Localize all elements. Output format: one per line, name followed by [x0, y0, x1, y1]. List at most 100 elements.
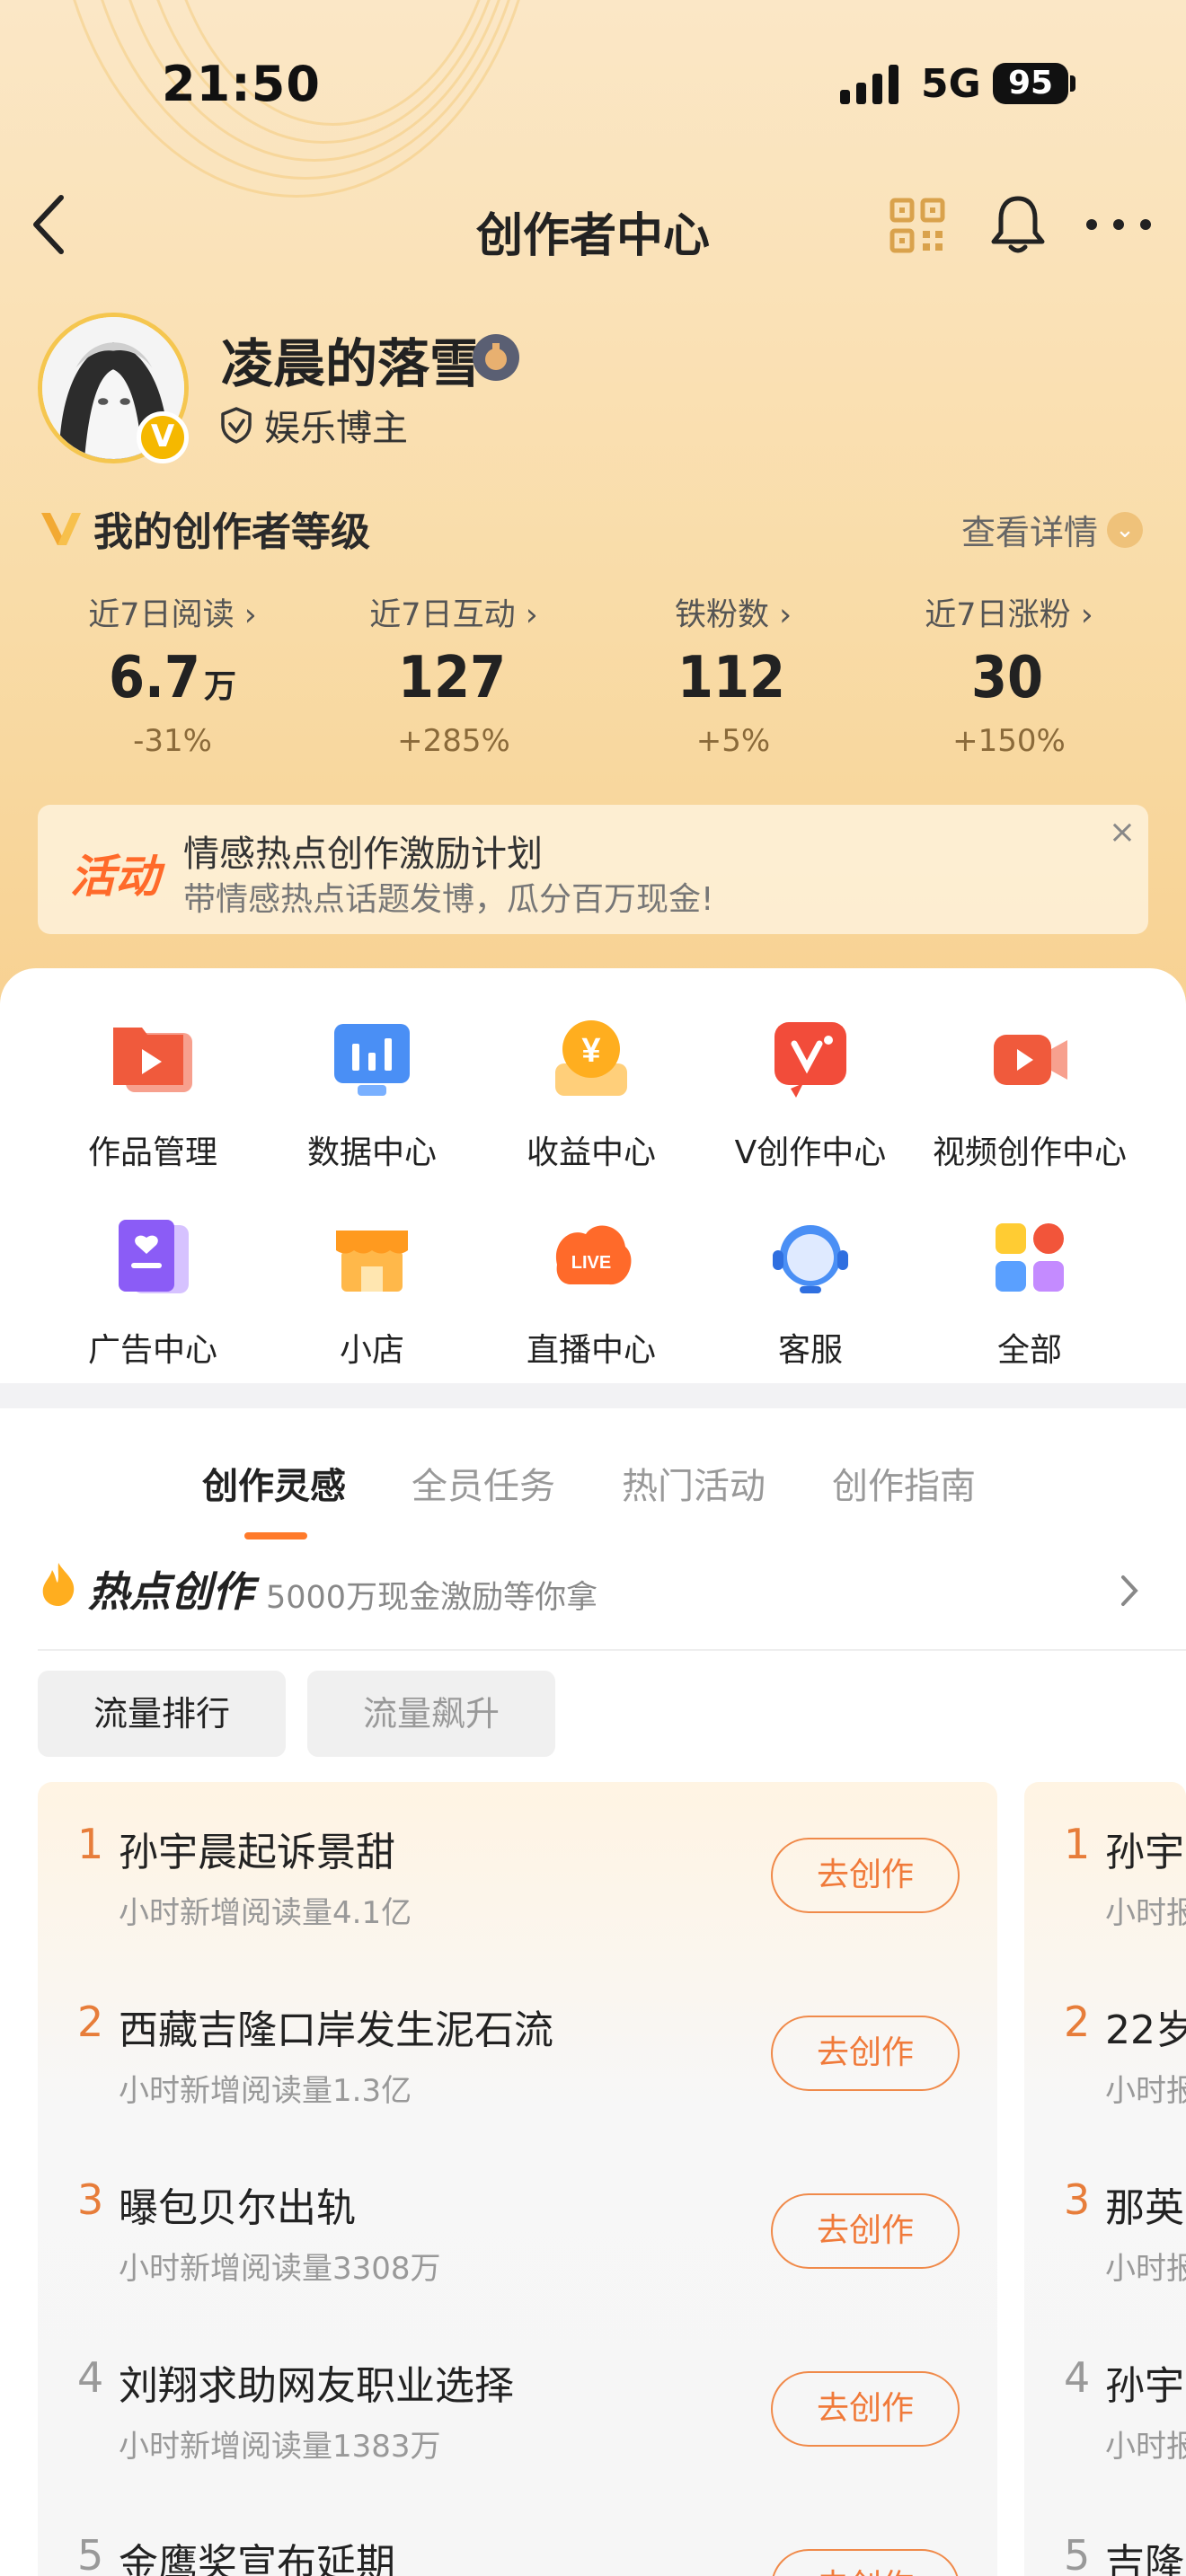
banner-title: 情感热点创作激励计划 [183, 834, 543, 875]
rank-title: 西藏吉隆口岸发生泥石流 [119, 2007, 553, 2053]
level-title: 我的创作者等级 [93, 509, 370, 555]
rank-desc: 小时报 [1105, 1895, 1186, 1931]
stat-reads[interactable]: 近7日阅读 › 6.7 万 -31% [24, 593, 321, 763]
rank-number: 3 [77, 2175, 104, 2224]
v-level-icon [41, 513, 81, 545]
tab-underline [244, 1532, 307, 1539]
rank-desc: 小时新增阅读量1383万 [119, 2429, 441, 2465]
stat-value: 112 [585, 638, 881, 719]
headset-icon [773, 1225, 848, 1293]
filter-traffic-ranking[interactable]: 流量排行 [38, 1671, 286, 1757]
tool-label: 客服 [777, 1332, 843, 1369]
tool-label: 广告中心 [87, 1332, 217, 1369]
stat-new-fans[interactable]: 近7日涨粉 › 30 +150% [861, 593, 1157, 763]
rank-number: 2 [1064, 1998, 1091, 2046]
network-label: 5G [921, 61, 981, 107]
go-create-button[interactable]: 去创作 [771, 1838, 960, 1913]
list-item[interactable]: 4 孙宇 小时报 [1024, 2333, 1186, 2511]
tool-revenue-center[interactable]: ¥ 收益中心 [482, 1013, 701, 1173]
stat-change: +285% [397, 723, 510, 759]
tool-v-creation-center[interactable]: V创作中心 [701, 1013, 920, 1173]
rank-title: 孙宇 [1105, 2363, 1184, 2409]
stat-interactions[interactable]: 近7日互动 › 127 +285% [305, 593, 602, 763]
verified-badge: V [137, 411, 189, 463]
ranking-card-next: 1 孙宇 小时报 2 22岁 小时报 3 那英 小时报 4 孙宇 小时报 5 吉… [1024, 1782, 1186, 2576]
go-create-button[interactable]: 去创作 [771, 2371, 960, 2447]
stats-row: 近7日阅读 › 6.7 万 -31% 近7日互动 › 127 +285% 铁粉数 … [0, 593, 1186, 772]
stat-label: 近7日阅读 › [88, 597, 257, 633]
stat-change: -31% [133, 723, 212, 759]
tab-hot-events[interactable]: 热门活动 [622, 1457, 766, 1509]
svg-text:¥: ¥ [581, 1032, 600, 1070]
stat-unit: 万 [203, 668, 236, 705]
rank-desc: 小时新增阅读量1.3亿 [119, 2073, 412, 2109]
bell-icon[interactable] [988, 193, 1048, 256]
tool-live-center[interactable]: LIVE 直播中心 [482, 1211, 701, 1371]
shop-icon [336, 1231, 408, 1292]
stat-number: 6.7 [108, 645, 200, 711]
tool-all[interactable]: 全部 [920, 1211, 1139, 1371]
tool-works-management[interactable]: 作品管理 [43, 1013, 262, 1173]
stat-value: 30 [861, 638, 1157, 719]
view-details-link[interactable]: 查看详情 ⌄ [961, 505, 1144, 554]
v-create-icon [774, 1022, 846, 1098]
go-create-button[interactable]: 去创作 [771, 2016, 960, 2091]
activity-banner[interactable]: 活动 情感热点创作激励计划 带情感热点话题发博，瓜分百万现金! × [38, 805, 1148, 934]
tool-shop[interactable]: 小店 [262, 1211, 482, 1371]
role-label: 娱乐博主 [264, 408, 408, 449]
tool-ad-center[interactable]: 广告中心 [43, 1211, 262, 1371]
tool-data-center[interactable]: 数据中心 [262, 1013, 482, 1173]
chevron-right-icon [1121, 1575, 1138, 1606]
tab-creative-inspiration[interactable]: 创作灵感 [202, 1457, 346, 1509]
filter-traffic-rising[interactable]: 流量飙升 [307, 1671, 555, 1757]
stat-value: 127 [305, 638, 602, 719]
list-item[interactable]: 1 孙宇 小时报 [1024, 1800, 1186, 1978]
tool-video-creation-center[interactable]: 视频创作中心 [920, 1013, 1139, 1173]
go-create-button[interactable]: 去创作 [771, 2193, 960, 2269]
tab-creation-guide[interactable]: 创作指南 [832, 1457, 976, 1509]
stat-iron-fans[interactable]: 铁粉数 › 112 +5% [585, 593, 881, 763]
status-bar: 21:50 5G 95 [0, 0, 1186, 171]
chart-monitor-icon [334, 1024, 410, 1096]
chevron-down-icon: ⌄ [1107, 511, 1144, 548]
hot-creation-header[interactable]: 热点创作 5000万现金激励等你拿 [38, 1552, 1186, 1651]
creator-level: 我的创作者等级 [38, 499, 370, 557]
rank-title: 曝包贝尔出轨 [119, 2185, 356, 2231]
rank-number: 3 [1064, 2175, 1091, 2224]
shield-icon [221, 407, 252, 444]
close-icon[interactable]: × [1109, 814, 1136, 851]
medal-icon[interactable] [473, 334, 519, 381]
list-item[interactable]: 5 吉隆 [1024, 2511, 1186, 2576]
qr-code-icon[interactable] [890, 198, 945, 253]
list-item[interactable]: 5 金鹰奖宣布延期 去创作 [38, 2511, 997, 2576]
list-item[interactable]: 4 刘翔求助网友职业选择 小时新增阅读量1383万 去创作 [38, 2333, 997, 2511]
stat-label: 近7日互动 › [369, 597, 538, 633]
rank-title: 吉隆 [1105, 2541, 1184, 2576]
list-item[interactable]: 3 那英 小时报 [1024, 2156, 1186, 2333]
banner-subtitle: 带情感热点话题发博，瓜分百万现金! [183, 881, 714, 918]
grid-all-icon [996, 1223, 1064, 1292]
flame-icon [42, 1563, 75, 1606]
svg-text:LIVE: LIVE [571, 1253, 611, 1273]
signal-icon [840, 65, 898, 104]
hot-creation-title: 热点创作 [88, 1567, 253, 1616]
go-create-button[interactable]: 去创作 [771, 2549, 960, 2576]
activity-tag: 活动 [70, 851, 160, 903]
tool-label: V创作中心 [734, 1134, 887, 1171]
ad-book-icon [119, 1220, 189, 1293]
tab-all-tasks[interactable]: 全员任务 [412, 1457, 555, 1509]
list-item[interactable]: 2 22岁 小时报 [1024, 1978, 1186, 2156]
list-item[interactable]: 1 孙宇晨起诉景甜 小时新增阅读量4.1亿 去创作 [38, 1800, 997, 1978]
stat-number: 30 [970, 645, 1044, 711]
view-details-label: 查看详情 [961, 513, 1099, 552]
list-item[interactable]: 2 西藏吉隆口岸发生泥石流 小时新增阅读量1.3亿 去创作 [38, 1978, 997, 2156]
rank-number: 1 [77, 1820, 104, 1868]
more-icon[interactable] [1083, 216, 1155, 234]
battery-icon: 95 [993, 63, 1068, 104]
list-item[interactable]: 3 曝包贝尔出轨 小时新增阅读量3308万 去创作 [38, 2156, 997, 2333]
tool-customer-service[interactable]: 客服 [701, 1211, 920, 1371]
live-icon: LIVE [555, 1225, 632, 1285]
rank-number: 1 [1064, 1820, 1091, 1868]
ranking-card: 1 孙宇晨起诉景甜 小时新增阅读量4.1亿 去创作 2 西藏吉隆口岸发生泥石流 … [38, 1782, 997, 2576]
rank-desc: 小时报 [1105, 2429, 1186, 2465]
